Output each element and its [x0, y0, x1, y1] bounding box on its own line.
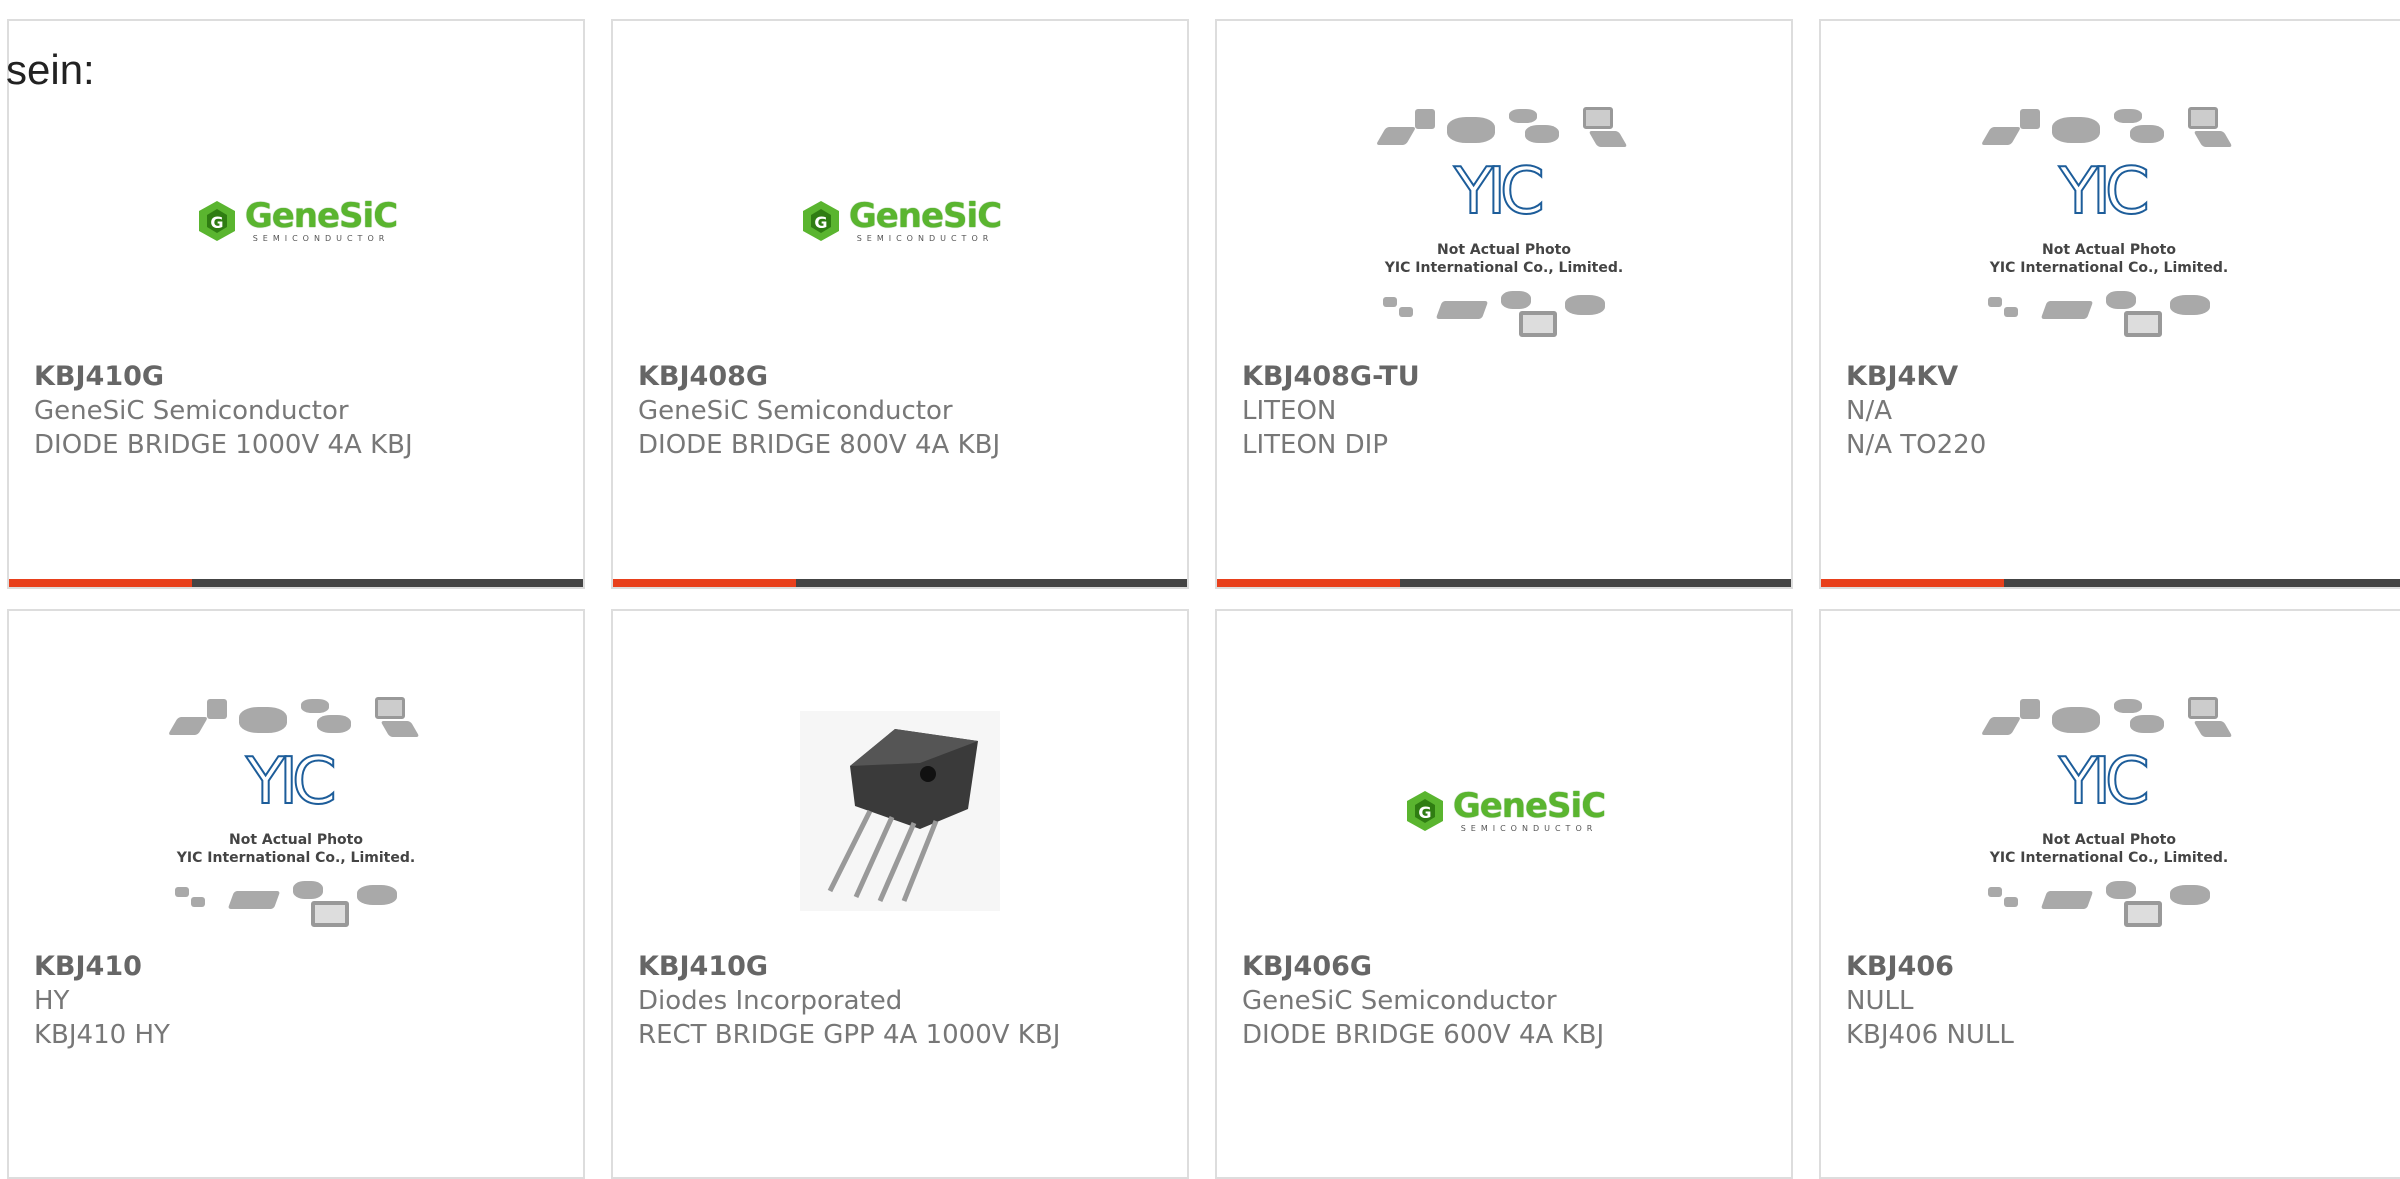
part-number[interactable]: KBJ410G: [638, 950, 1060, 984]
bridge-rectifier-photo: [800, 711, 1000, 911]
card-accent-bar: [613, 579, 1187, 587]
description: RECT BRIDGE GPP 4A 1000V KBJ: [638, 1020, 1061, 1050]
product-card[interactable]: YIC Not Actual Photo YIC International C…: [1819, 19, 2400, 589]
product-card[interactable]: G GeneSiC SEMICONDUCTOR KBJ408G GeneSiC …: [611, 19, 1189, 589]
part-number[interactable]: KBJ410G: [34, 360, 413, 394]
manufacturer: Diodes Incorporated: [638, 986, 903, 1016]
product-card[interactable]: KBJ410G Diodes Incorporated RECT BRIDGE …: [611, 609, 1189, 1179]
manufacturer: HY: [34, 986, 70, 1016]
part-number[interactable]: KBJ408G-TU: [1242, 360, 1420, 394]
product-card[interactable]: G GeneSiC SEMICONDUCTOR KBJ410G GeneSiC …: [7, 19, 585, 589]
product-card[interactable]: G GeneSiC SEMICONDUCTOR KBJ406G GeneSiC …: [1215, 609, 1793, 1179]
part-number[interactable]: KBJ406G: [1242, 950, 1604, 984]
description: KBJ406 NULL: [1846, 1020, 2014, 1050]
product-image[interactable]: G GeneSiC SEMICONDUCTOR: [9, 71, 583, 371]
product-image[interactable]: G GeneSiC SEMICONDUCTOR: [613, 71, 1187, 371]
genesic-logo: G GeneSiC SEMICONDUCTOR: [1403, 788, 1606, 834]
product-card[interactable]: YIC Not Actual Photo YIC International C…: [1819, 609, 2400, 1179]
svg-text:G: G: [814, 213, 827, 232]
part-number[interactable]: KBJ406: [1846, 950, 2014, 984]
yic-logo: YIC: [1453, 155, 1546, 229]
part-number[interactable]: KBJ4KV: [1846, 360, 1986, 394]
description: DIODE BRIDGE 800V 4A KBJ: [638, 430, 1001, 460]
not-actual-photo-placeholder: YIC Not Actual Photo YIC International C…: [1974, 101, 2244, 341]
description: LITEON DIP: [1242, 430, 1389, 460]
product-image[interactable]: YIC Not Actual Photo YIC International C…: [1217, 71, 1791, 371]
svg-text:G: G: [210, 213, 223, 232]
product-card[interactable]: YIC Not Actual Photo YIC International C…: [1215, 19, 1793, 589]
product-image[interactable]: G GeneSiC SEMICONDUCTOR: [1217, 661, 1791, 961]
genesic-logo: G GeneSiC SEMICONDUCTOR: [195, 198, 398, 244]
product-image[interactable]: YIC Not Actual Photo YIC International C…: [1821, 661, 2397, 961]
manufacturer: GeneSiC Semiconductor: [34, 396, 349, 426]
description: KBJ410 HY: [34, 1020, 170, 1050]
card-accent-bar: [1217, 579, 1791, 587]
yic-logo: YIC: [2058, 155, 2151, 229]
part-number[interactable]: KBJ410: [34, 950, 170, 984]
description: DIODE BRIDGE 600V 4A KBJ: [1242, 1020, 1605, 1050]
product-image[interactable]: [613, 661, 1187, 961]
description: DIODE BRIDGE 1000V 4A KBJ: [34, 430, 413, 460]
manufacturer: NULL: [1846, 986, 1914, 1016]
card-accent-bar: [9, 579, 583, 587]
part-number[interactable]: KBJ408G: [638, 360, 1000, 394]
product-image[interactable]: YIC Not Actual Photo YIC International C…: [1821, 71, 2397, 371]
product-image[interactable]: YIC Not Actual Photo YIC International C…: [9, 661, 583, 961]
genesic-logo: G GeneSiC SEMICONDUCTOR: [799, 198, 1002, 244]
intro-text: sein:: [6, 46, 95, 93]
yic-logo: YIC: [245, 745, 338, 819]
product-card[interactable]: YIC Not Actual Photo YIC International C…: [7, 609, 585, 1179]
not-actual-photo-placeholder: YIC Not Actual Photo YIC International C…: [1974, 691, 2244, 931]
manufacturer: GeneSiC Semiconductor: [638, 396, 953, 426]
not-actual-photo-placeholder: YIC Not Actual Photo YIC International C…: [1369, 101, 1639, 341]
card-accent-bar: [1821, 579, 2400, 587]
description: N/A TO220: [1846, 430, 1987, 460]
manufacturer: N/A: [1846, 396, 1892, 426]
yic-logo: YIC: [2058, 745, 2151, 819]
svg-text:G: G: [1418, 803, 1431, 822]
not-actual-photo-placeholder: YIC Not Actual Photo YIC International C…: [161, 691, 431, 931]
manufacturer: LITEON: [1242, 396, 1337, 426]
manufacturer: GeneSiC Semiconductor: [1242, 986, 1557, 1016]
